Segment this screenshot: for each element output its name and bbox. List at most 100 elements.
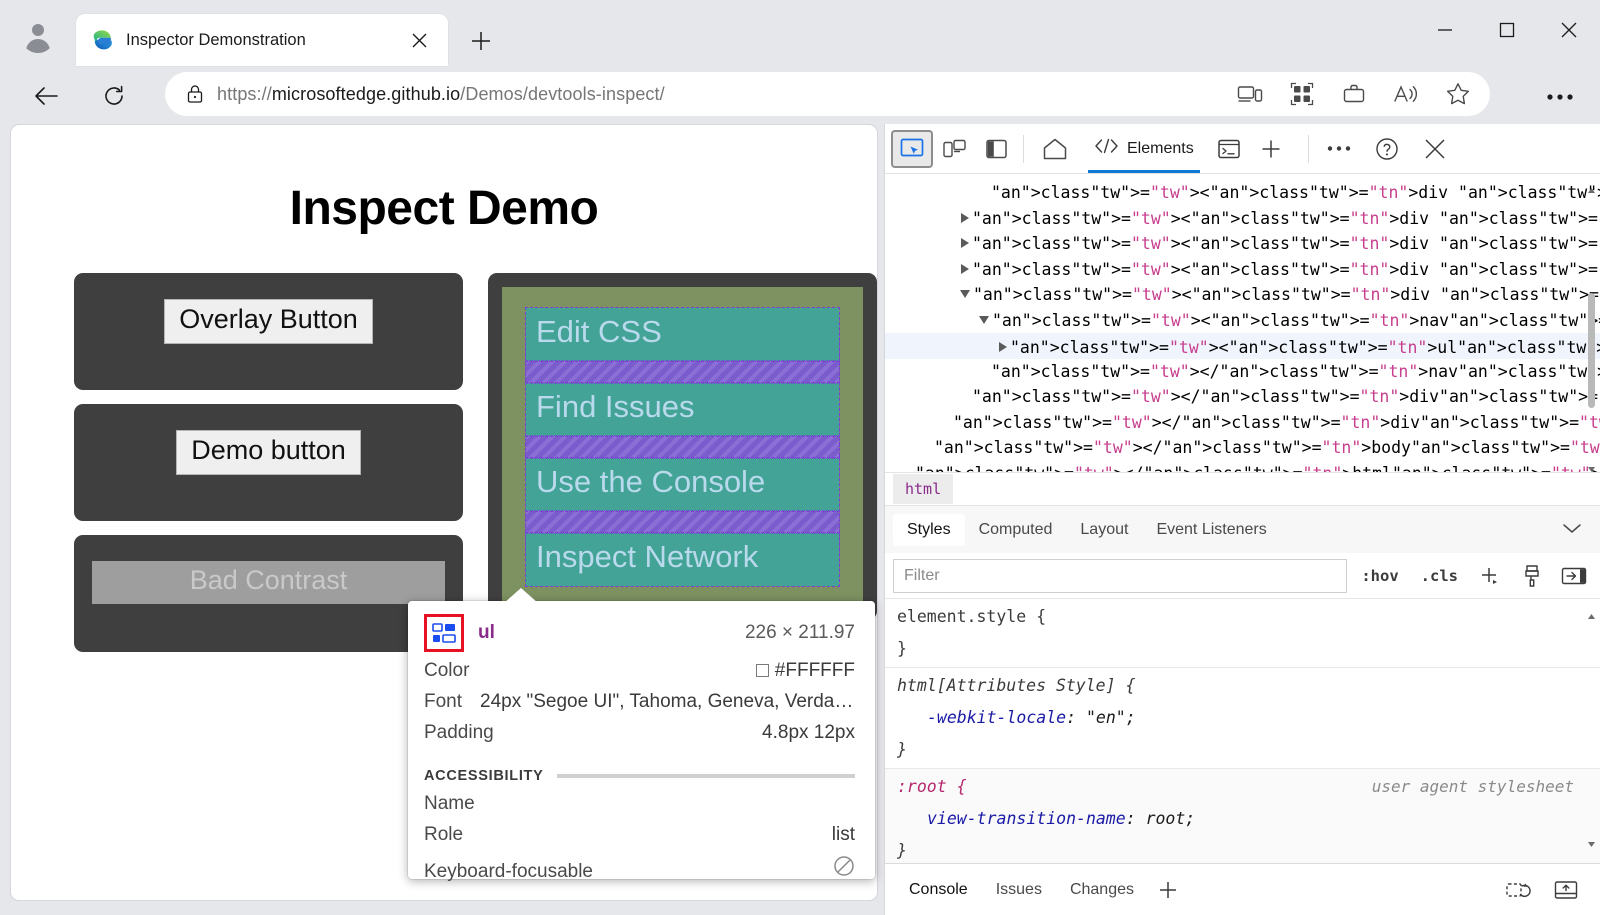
dom-line-selected[interactable]: "an">class"tw">="tw"><"an">class"tw">="t…: [885, 333, 1600, 359]
demo-button[interactable]: Demo button: [176, 430, 361, 475]
bad-contrast-card: Bad Contrast: [74, 535, 463, 652]
device-emulation-icon[interactable]: [933, 130, 975, 168]
new-tab-button[interactable]: [462, 22, 500, 60]
expand-triangle-icon[interactable]: [961, 264, 969, 274]
list-item[interactable]: Use the Console: [526, 458, 839, 511]
devtools-close-icon[interactable]: [1411, 130, 1459, 168]
computed-sidebar-icon[interactable]: [1556, 560, 1592, 592]
dom-line[interactable]: "an">class"tw">="tw"></"an">class"tw">="…: [885, 359, 1600, 385]
scrollbar-thumb[interactable]: [1588, 293, 1595, 408]
inspect-element-icon[interactable]: [891, 130, 933, 168]
element-classes-button[interactable]: .cls: [1413, 561, 1466, 591]
dom-tree[interactable]: "an">class"tw">="tw"><"an">class"tw">="t…: [885, 174, 1600, 472]
chevron-down-icon[interactable]: [1562, 521, 1582, 539]
list-item[interactable]: Edit CSS: [526, 308, 839, 361]
expand-triangle-icon[interactable]: [999, 342, 1007, 352]
browser-window: Inspector Demonstration: [0, 0, 1600, 915]
dom-line[interactable]: "an">class"tw">="tw"><"an">class"tw">="t…: [885, 180, 1600, 206]
reload-icon[interactable]: [94, 76, 134, 116]
style-rule[interactable]: :root { user agent stylesheet view-trans…: [885, 768, 1600, 863]
styles-scrollbar[interactable]: [1586, 601, 1597, 861]
restore-drawer-icon[interactable]: [1546, 873, 1586, 907]
a11y-name-row: Name: [424, 793, 855, 815]
tooltip-font-row: Font 24px "Segoe UI", Tahoma, Geneva, Ve…: [424, 691, 855, 713]
tab-changes[interactable]: Changes: [1056, 873, 1148, 907]
nav-list: Edit CSS Find Issues Use the Console Ins…: [526, 308, 839, 586]
expand-triangle-icon[interactable]: [961, 213, 969, 223]
devtools-add-tab-button[interactable]: [1250, 130, 1292, 168]
collapse-triangle-icon[interactable]: [979, 316, 989, 324]
styles-rules-list[interactable]: element.style { } html[Attributes Style]…: [885, 599, 1600, 863]
scroll-up-icon[interactable]: [1586, 601, 1597, 633]
style-rule-origin: user agent stylesheet: [1372, 771, 1574, 803]
scroll-up-icon[interactable]: [1586, 178, 1597, 189]
console-add-tab-button[interactable]: [1148, 873, 1188, 907]
dom-tree-scrollbar[interactable]: [1586, 178, 1597, 468]
tab-console[interactable]: Console: [895, 873, 982, 907]
home-icon[interactable]: [1030, 130, 1080, 168]
address-bar[interactable]: https://microsoftedge.github.io/Demos/de…: [165, 72, 1490, 116]
edge-logo-icon: [90, 28, 114, 52]
dom-line[interactable]: "an">class"tw">="tw"><"an">class"tw">="t…: [885, 231, 1600, 257]
lock-icon: [179, 78, 211, 110]
style-rule[interactable]: html[Attributes Style] { -webkit-locale:…: [885, 667, 1600, 768]
favorites-star-icon[interactable]: [1434, 75, 1482, 113]
back-arrow-icon[interactable]: [26, 76, 66, 116]
tab-layout[interactable]: Layout: [1066, 514, 1142, 546]
list-item[interactable]: Inspect Network: [526, 533, 839, 586]
profile-avatar-button[interactable]: [18, 16, 58, 56]
expand-triangle-icon[interactable]: [961, 238, 969, 248]
cast-device-icon[interactable]: [1226, 75, 1274, 113]
breadcrumb: html: [885, 472, 1600, 505]
styles-filter-input[interactable]: Filter: [893, 559, 1347, 593]
devtools-more-tools-icon[interactable]: [1315, 130, 1363, 168]
dom-line[interactable]: "an">class"tw">="tw"></"an">class"tw">="…: [885, 461, 1600, 473]
tab-event-listeners[interactable]: Event Listeners: [1142, 514, 1280, 546]
scroll-down-icon[interactable]: [1586, 829, 1597, 861]
workspaces-icon[interactable]: [1330, 75, 1378, 113]
tab-styles[interactable]: Styles: [893, 514, 965, 546]
collections-icon[interactable]: [1278, 75, 1326, 113]
maximize-button[interactable]: [1476, 0, 1538, 60]
browser-settings-more-button[interactable]: [1538, 78, 1582, 116]
browser-tab[interactable]: Inspector Demonstration: [76, 14, 448, 66]
dom-line-code: "an">class: [991, 362, 1090, 381]
page-title: Inspect Demo: [11, 181, 877, 236]
tab-close-icon[interactable]: [404, 25, 434, 55]
style-rule-selector: html[Attributes Style] {: [897, 670, 1588, 702]
toggle-hover-state-button[interactable]: :hov: [1353, 561, 1406, 591]
window-close-button[interactable]: [1538, 0, 1600, 60]
console-drawer-icon[interactable]: [1208, 130, 1250, 168]
scroll-down-icon[interactable]: [1586, 457, 1597, 468]
console-drawer-tabs: Console Issues Changes: [885, 863, 1600, 915]
dom-line[interactable]: "an">class"tw">="tw"></"an">class"tw">="…: [885, 410, 1600, 436]
minimize-button[interactable]: [1414, 0, 1476, 60]
dom-line[interactable]: "an">class"tw">="tw"><"an">class"tw">="t…: [885, 282, 1600, 308]
dom-line[interactable]: "an">class"tw">="tw"><"an">class"tw">="t…: [885, 308, 1600, 334]
dock-panel-icon[interactable]: [975, 130, 1017, 168]
collapse-triangle-icon[interactable]: [960, 290, 970, 298]
live-expression-icon[interactable]: [1498, 873, 1538, 907]
dom-line[interactable]: "an">class"tw">="tw"></"an">class"tw">="…: [885, 435, 1600, 461]
element-classes-icon[interactable]: [1514, 560, 1550, 592]
dom-line[interactable]: "an">class"tw">="tw"><"an">class"tw">="t…: [885, 206, 1600, 232]
bad-contrast-button[interactable]: Bad Contrast: [92, 561, 445, 604]
help-icon[interactable]: [1363, 130, 1411, 168]
dom-line[interactable]: "an">class"tw">="tw"></"an">class"tw">="…: [885, 384, 1600, 410]
style-declaration[interactable]: view-transition-name: root;: [897, 803, 1588, 835]
style-rule-close: }: [897, 734, 1588, 766]
style-rule[interactable]: element.style { }: [885, 599, 1600, 667]
list-item[interactable]: Find Issues: [526, 383, 839, 436]
breadcrumb-item-html[interactable]: html: [893, 474, 953, 504]
overlay-button[interactable]: Overlay Button: [164, 299, 373, 344]
read-aloud-icon[interactable]: [1382, 75, 1430, 113]
style-rule-close: }: [897, 835, 1588, 863]
style-declaration[interactable]: -webkit-locale: "en";: [897, 702, 1588, 734]
tab-elements[interactable]: Elements: [1080, 125, 1208, 173]
tab-computed[interactable]: Computed: [965, 514, 1067, 546]
dom-line[interactable]: "an">class"tw">="tw"><"an">class"tw">="t…: [885, 257, 1600, 283]
dom-line-code: "an">class: [973, 285, 1072, 304]
new-style-rule-icon[interactable]: [1472, 560, 1508, 592]
tab-issues[interactable]: Issues: [982, 873, 1056, 907]
styles-pane-tabs: Styles Computed Layout Event Listeners: [885, 505, 1600, 553]
